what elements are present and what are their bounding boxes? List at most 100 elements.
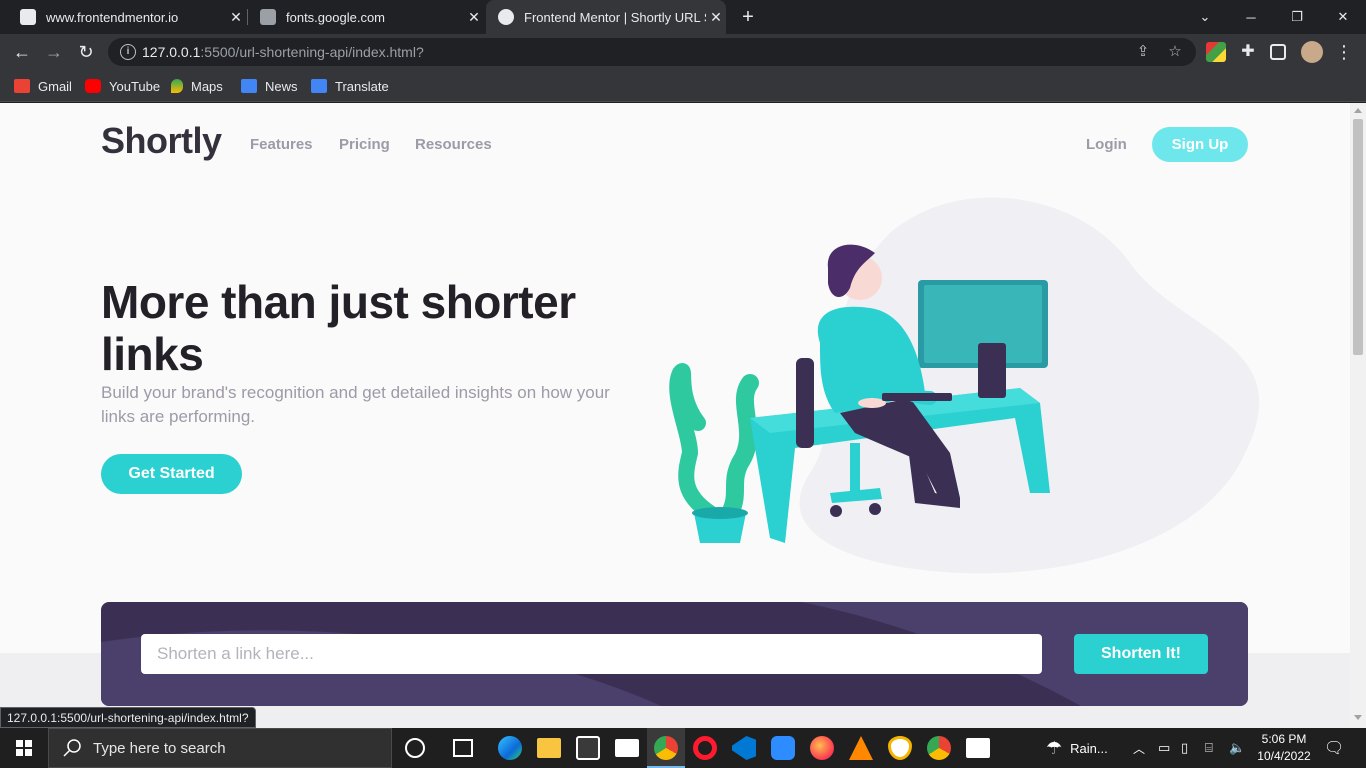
restore-icon[interactable]: ❐ bbox=[1274, 0, 1320, 34]
clock-time: 5:06 PM bbox=[1261, 732, 1307, 746]
nav-pricing[interactable]: Pricing bbox=[339, 136, 390, 153]
nav-features[interactable]: Features bbox=[250, 136, 313, 153]
nav-resources[interactable]: Resources bbox=[415, 136, 492, 153]
opera-icon[interactable] bbox=[693, 736, 717, 760]
brave-shield-icon[interactable] bbox=[888, 736, 912, 760]
reload-icon[interactable]: ↻ bbox=[74, 40, 98, 64]
search-placeholder: Type here to search bbox=[93, 739, 226, 757]
youtube-icon bbox=[85, 79, 101, 93]
hero-subtitle: Build your brand's recognition and get d… bbox=[101, 383, 610, 426]
bookmark-label: Maps bbox=[191, 78, 223, 94]
site-info-icon[interactable]: i bbox=[120, 44, 136, 60]
vlc-icon[interactable] bbox=[849, 736, 873, 760]
login-link[interactable]: Login bbox=[1086, 136, 1127, 153]
close-tab-icon[interactable]: ✕ bbox=[706, 9, 726, 26]
taskbar-search-box[interactable]: Type here to search bbox=[48, 728, 392, 768]
meet-now-icon[interactable]: ▭ bbox=[1158, 728, 1170, 768]
google-fonts-favicon-icon bbox=[260, 9, 276, 25]
get-started-button[interactable]: Get Started bbox=[101, 454, 242, 494]
tab-search-chevron-icon[interactable]: ⌄ bbox=[1182, 0, 1228, 34]
extensions-puzzle-icon[interactable]: ✚ bbox=[1236, 40, 1260, 64]
close-window-icon[interactable]: ✕ bbox=[1320, 0, 1366, 34]
new-tab-plus-icon[interactable]: + bbox=[737, 6, 759, 28]
file-explorer-icon[interactable] bbox=[537, 738, 561, 758]
chrome-profile-icon[interactable] bbox=[927, 736, 951, 760]
weather-widget[interactable]: ☂ Rain... bbox=[1046, 728, 1108, 768]
bookmark-star-icon[interactable]: ☆ bbox=[1166, 43, 1184, 61]
browser-toolbar: ← → ↻ i 127.0.0.1:5500/url-shortening-ap… bbox=[0, 34, 1366, 70]
extension-color-icon[interactable] bbox=[1206, 42, 1226, 62]
bookmark-youtube[interactable]: YouTube bbox=[85, 77, 160, 95]
minimize-icon[interactable]: ─ bbox=[1228, 0, 1274, 34]
shorten-link-input[interactable] bbox=[141, 634, 1042, 674]
search-icon bbox=[63, 739, 81, 757]
url-host: 127.0.0.1 bbox=[142, 44, 201, 60]
shorten-it-button[interactable]: Shorten It! bbox=[1074, 634, 1208, 674]
globe-favicon-icon bbox=[498, 9, 514, 25]
start-button[interactable] bbox=[0, 728, 48, 768]
volume-icon[interactable]: 🔈 bbox=[1229, 728, 1245, 768]
scrollbar-thumb[interactable] bbox=[1353, 119, 1363, 355]
chrome-menu-icon[interactable]: ⋮ bbox=[1332, 40, 1356, 64]
notifications-icon[interactable]: 🗨 bbox=[1324, 728, 1344, 768]
scroll-down-arrow-icon[interactable] bbox=[1354, 715, 1362, 720]
mail-icon[interactable] bbox=[615, 739, 639, 757]
chrome-icon bbox=[654, 736, 678, 760]
rain-umbrella-icon: ☂ bbox=[1046, 737, 1063, 758]
firefox-icon[interactable] bbox=[810, 736, 834, 760]
bookmarks-bar: Gmail YouTube Maps News Translate bbox=[0, 70, 1366, 102]
weather-text: Rain... bbox=[1070, 740, 1108, 756]
google-translate-icon bbox=[311, 79, 327, 93]
bookmark-label: YouTube bbox=[109, 78, 161, 94]
profile-avatar[interactable] bbox=[1301, 41, 1323, 63]
bookmark-news[interactable]: News bbox=[241, 77, 298, 95]
store-icon[interactable] bbox=[576, 736, 600, 760]
page-viewport: Shortly Features Pricing Resources Login… bbox=[0, 103, 1350, 728]
close-tab-icon[interactable]: ✕ bbox=[464, 9, 484, 26]
bookmark-maps[interactable]: Maps bbox=[171, 77, 223, 95]
back-arrow-icon[interactable]: ← bbox=[10, 40, 34, 64]
task-view-icon[interactable] bbox=[453, 739, 473, 757]
signup-button[interactable]: Sign Up bbox=[1152, 127, 1248, 162]
battery-icon[interactable]: ▯ bbox=[1181, 728, 1188, 768]
tab-title: fonts.google.com bbox=[286, 9, 386, 25]
bookmark-label: News bbox=[265, 78, 298, 94]
google-news-icon bbox=[241, 79, 257, 93]
cortana-icon[interactable] bbox=[405, 738, 425, 758]
url-path: :5500/url-shortening-api/index.html? bbox=[200, 44, 424, 60]
bookmark-gmail[interactable]: Gmail bbox=[14, 77, 72, 95]
windows-logo-icon bbox=[16, 740, 32, 756]
tab-shortly[interactable]: Frontend Mentor | Shortly URL Sh ✕ bbox=[486, 0, 726, 34]
link-status-bubble: 127.0.0.1:5500/url-shortening-api/index.… bbox=[0, 707, 256, 728]
zoom-icon[interactable] bbox=[771, 736, 795, 760]
show-hidden-icons-chevron-icon[interactable]: ︿ bbox=[1133, 728, 1145, 768]
edge-icon[interactable] bbox=[498, 736, 522, 760]
network-icon[interactable]: ⌸ bbox=[1205, 728, 1213, 768]
url-text[interactable]: 127.0.0.1:5500/url-shortening-api/index.… bbox=[142, 44, 424, 60]
chrome-taskbar-active[interactable] bbox=[647, 728, 685, 768]
tab-google-fonts[interactable]: fonts.google.com ✕ bbox=[248, 0, 484, 34]
bookmark-label: Translate bbox=[335, 78, 389, 94]
frontendmentor-favicon-icon bbox=[20, 9, 36, 25]
forward-arrow-icon[interactable]: → bbox=[42, 40, 66, 64]
tab-title: Frontend Mentor | Shortly URL Sh bbox=[524, 9, 706, 25]
close-tab-icon[interactable]: ✕ bbox=[226, 9, 246, 26]
windows-taskbar: Type here to search ☂ Rain... ︿ ▭ ▯ ⌸ 🔈 … bbox=[0, 728, 1366, 768]
photos-icon[interactable] bbox=[966, 738, 990, 758]
address-bar[interactable]: i 127.0.0.1:5500/url-shortening-api/inde… bbox=[108, 38, 1196, 66]
maps-pin-icon bbox=[171, 79, 183, 93]
scroll-up-arrow-icon[interactable] bbox=[1354, 108, 1362, 113]
share-icon[interactable]: ⇪ bbox=[1134, 43, 1152, 61]
bookmark-translate[interactable]: Translate bbox=[311, 77, 389, 95]
shortly-logo[interactable]: Shortly bbox=[101, 120, 222, 162]
vscode-icon[interactable] bbox=[732, 736, 756, 760]
gmail-icon bbox=[14, 79, 30, 93]
working-person-illustration bbox=[669, 197, 1260, 574]
clock-date: 10/4/2022 bbox=[1257, 749, 1311, 763]
side-panel-icon[interactable] bbox=[1270, 44, 1286, 60]
tab-frontendmentor[interactable]: www.frontendmentor.io ✕ bbox=[8, 0, 246, 34]
bookmark-label: Gmail bbox=[38, 78, 72, 94]
page-scrollbar[interactable] bbox=[1350, 103, 1366, 728]
taskbar-clock[interactable]: 5:06 PM 10/4/2022 bbox=[1254, 731, 1314, 765]
tab-title: www.frontendmentor.io bbox=[46, 9, 179, 25]
